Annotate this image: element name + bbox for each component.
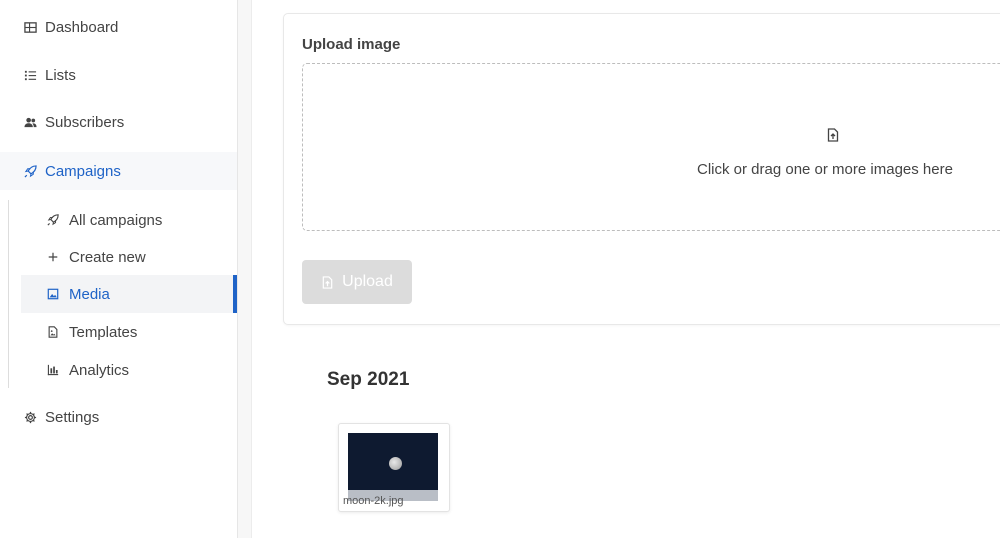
sidebar-item-label: Settings [45,408,100,426]
plus-icon [45,249,61,265]
sidebar-subitem-label: Templates [69,323,138,341]
sidebar: Dashboard Lists Subscribers Campaigns Al… [0,0,238,538]
sidebar-subitem-label: Create new [69,248,146,266]
sidebar-item-label: Subscribers [45,113,125,131]
gear-icon [22,409,38,425]
active-indicator [233,275,237,313]
users-icon [22,114,38,130]
rocket-icon [45,212,61,228]
upload-card: Upload image Click or drag one or more i… [283,13,1000,325]
sidebar-item-campaigns[interactable]: Campaigns [0,152,237,190]
sidebar-subitem-analytics[interactable]: Analytics [21,351,237,389]
sidebar-gutter [238,0,252,538]
main-content: Upload image Click or drag one or more i… [253,0,1000,538]
file-upload-icon [321,275,334,289]
media-thumbnail[interactable]: moon-2k.jpg [338,423,450,512]
sidebar-subitem-label: Analytics [69,361,130,379]
dashboard-icon [22,19,38,35]
sidebar-item-lists[interactable]: Lists [0,56,237,94]
sidebar-subitem-all-campaigns[interactable]: All campaigns [21,201,237,239]
sidebar-item-label: Dashboard [45,18,119,36]
upload-button[interactable]: Upload [302,260,412,304]
rocket-icon [22,163,38,179]
dropzone-text: Click or drag one or more images here [697,161,953,178]
media-group-title: Sep 2021 [327,369,410,390]
sidebar-subitem-templates[interactable]: Templates [21,313,237,351]
sidebar-item-label: Campaigns [45,162,121,180]
upload-button-label: Upload [342,273,393,290]
sidebar-subitem-media[interactable]: Media [21,275,237,313]
sidebar-item-subscribers[interactable]: Subscribers [0,103,237,141]
subnav-divider [8,200,9,388]
image-icon [45,286,61,302]
moon-image [389,457,402,470]
thumbnail-image [348,433,438,501]
sidebar-subitem-label: Media [69,285,110,303]
thumbnail-filename: moon-2k.jpg [343,495,404,507]
image-dropzone[interactable]: Click or drag one or more images here [302,63,1000,231]
sidebar-item-dashboard[interactable]: Dashboard [0,8,237,46]
sidebar-subitem-create-new[interactable]: Create new [21,238,237,276]
chart-icon [45,362,61,378]
file-upload-icon [826,128,840,142]
file-image-icon [45,324,61,340]
list-icon [22,67,38,83]
sidebar-subitem-label: All campaigns [69,211,163,229]
upload-label: Upload image [302,36,401,53]
sidebar-item-settings[interactable]: Settings [0,398,237,436]
sidebar-item-label: Lists [45,66,76,84]
